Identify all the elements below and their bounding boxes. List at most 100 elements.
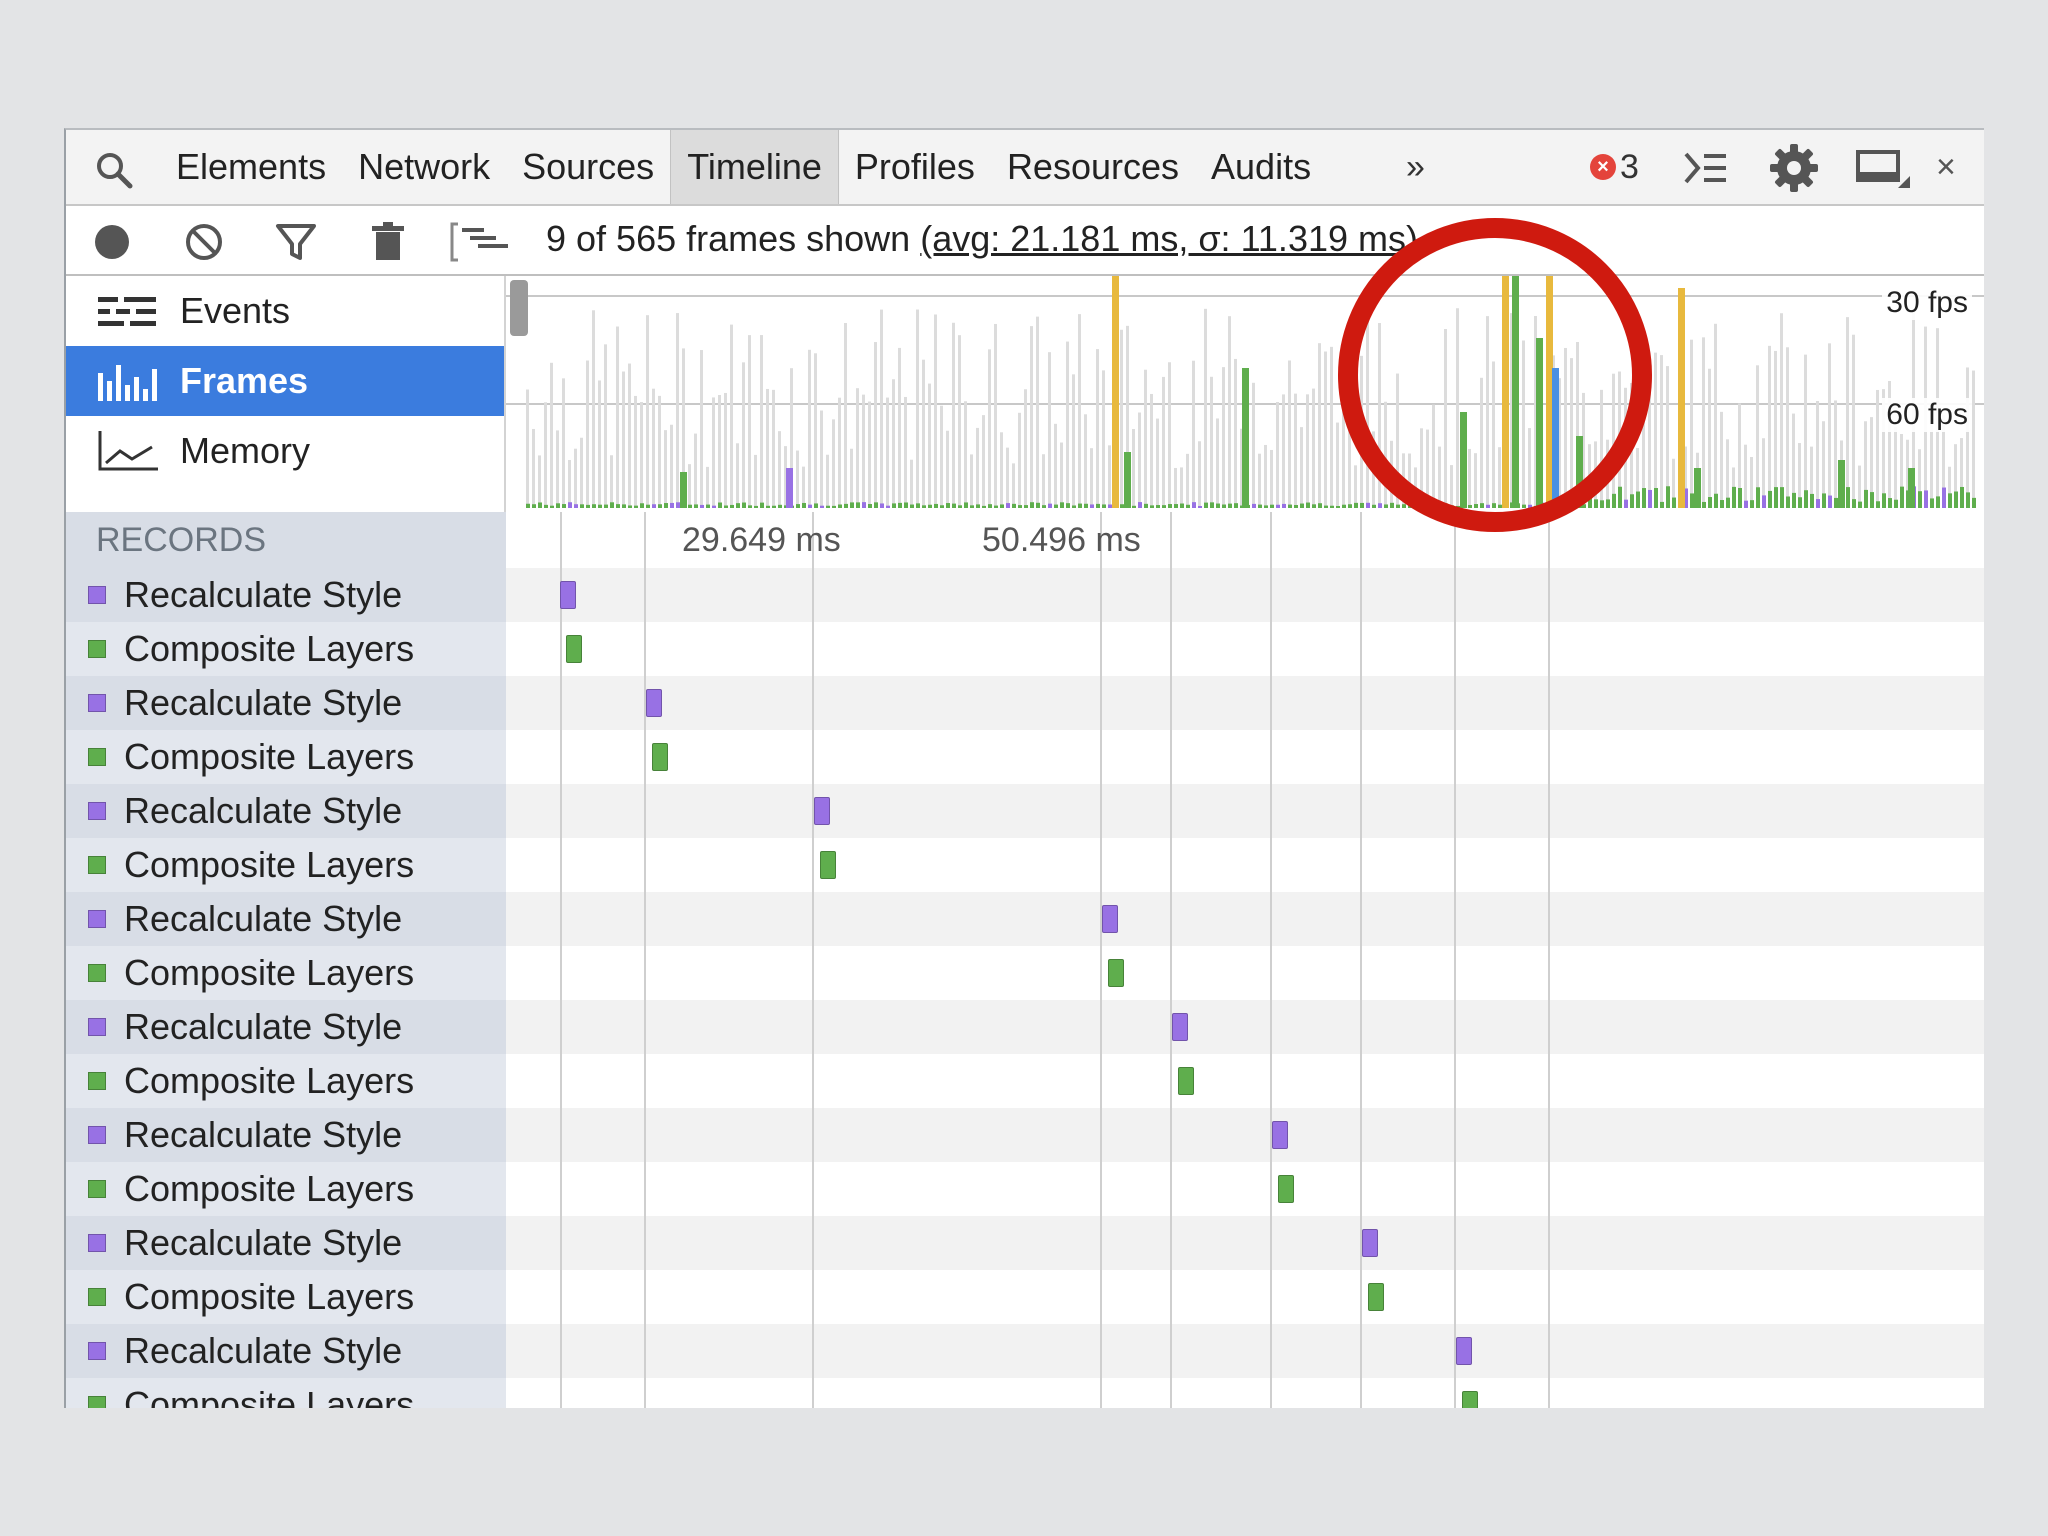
- frame-work-bar: [1120, 504, 1124, 508]
- record-event-bar[interactable]: [1172, 1013, 1188, 1041]
- record-label: Composite Layers: [124, 736, 415, 777]
- frame-work-bar: [1846, 487, 1850, 508]
- record-row[interactable]: Recalculate Style: [66, 1108, 506, 1162]
- record-row[interactable]: Composite Layers: [66, 1270, 506, 1324]
- frame-work-bar: [1270, 504, 1274, 508]
- record-row[interactable]: Composite Layers: [66, 1378, 506, 1408]
- record-icon[interactable]: [90, 220, 134, 264]
- console-drawer-icon[interactable]: [1682, 146, 1730, 190]
- frame-peak-bar: [1908, 468, 1915, 508]
- record-row[interactable]: Recalculate Style: [66, 676, 506, 730]
- record-event-bar[interactable]: [1178, 1067, 1194, 1095]
- frame-idle-bar: [1186, 453, 1189, 508]
- record-event-bar[interactable]: [814, 797, 830, 825]
- frames-overview[interactable]: 30 fps 60 fps: [506, 276, 1984, 512]
- tab-resources[interactable]: Resources: [991, 130, 1195, 204]
- frame-idle-bar: [1336, 422, 1339, 508]
- record-row[interactable]: Recalculate Style: [66, 1000, 506, 1054]
- filter-icon[interactable]: [274, 220, 318, 264]
- mode-frames[interactable]: Frames: [66, 346, 504, 416]
- grid-row: [506, 568, 1984, 622]
- frame-idle-bar: [1210, 376, 1213, 508]
- frame-idle-bar: [1816, 401, 1819, 508]
- frame-idle-bar: [778, 431, 781, 508]
- frame-work-bar: [1858, 501, 1862, 508]
- tab-elements[interactable]: Elements: [160, 130, 342, 204]
- frame-peak-bar: [1124, 452, 1131, 508]
- frame-work-bar: [1264, 505, 1268, 508]
- frame-work-bar: [1234, 503, 1238, 508]
- frame-work-bar: [640, 503, 644, 508]
- record-event-bar[interactable]: [820, 851, 836, 879]
- mode-memory[interactable]: Memory: [66, 416, 504, 486]
- frame-idle-bar: [568, 459, 571, 508]
- close-devtools-button[interactable]: ×: [1936, 140, 1956, 194]
- clear-icon[interactable]: [182, 220, 226, 264]
- record-row[interactable]: Recalculate Style: [66, 1216, 506, 1270]
- record-label: Recalculate Style: [124, 1222, 403, 1263]
- record-row[interactable]: Composite Layers: [66, 838, 506, 892]
- gear-icon[interactable]: [1768, 142, 1820, 194]
- record-event-bar[interactable]: [1278, 1175, 1294, 1203]
- mode-frames-label: Frames: [180, 360, 309, 401]
- record-row[interactable]: Composite Layers: [66, 1054, 506, 1108]
- overview-window-handle[interactable]: [510, 280, 528, 336]
- grid-row: [506, 1270, 1984, 1324]
- record-row[interactable]: Composite Layers: [66, 1162, 506, 1216]
- record-event-bar[interactable]: [1456, 1337, 1472, 1365]
- record-row[interactable]: Recalculate Style: [66, 784, 506, 838]
- frame-work-bar: [670, 502, 674, 508]
- record-row[interactable]: Recalculate Style: [66, 892, 506, 946]
- frame-work-bar: [1384, 504, 1388, 508]
- frame-work-bar: [1054, 504, 1058, 508]
- error-count-badge[interactable]: × 3: [1590, 150, 1639, 184]
- frame-work-bar: [1930, 498, 1934, 508]
- record-event-bar[interactable]: [646, 689, 662, 717]
- record-event-bar[interactable]: [652, 743, 668, 771]
- record-row[interactable]: Composite Layers: [66, 730, 506, 784]
- frame-idle-bar: [1054, 423, 1057, 508]
- tab-sources[interactable]: Sources: [506, 130, 670, 204]
- frame-idle-bar: [586, 360, 589, 508]
- frame-work-bar: [1714, 493, 1718, 508]
- frame-idle-bar: [706, 466, 709, 508]
- record-label: Composite Layers: [124, 1384, 415, 1408]
- more-tabs-button[interactable]: »: [1406, 130, 1425, 204]
- record-row[interactable]: Recalculate Style: [66, 568, 506, 622]
- record-event-bar[interactable]: [1368, 1283, 1384, 1311]
- tab-timeline[interactable]: Timeline: [670, 130, 839, 204]
- garbage-collect-icon[interactable]: [366, 220, 410, 264]
- frame-idle-bar: [796, 450, 799, 508]
- frame-idle-bar: [820, 410, 823, 508]
- record-event-bar[interactable]: [566, 635, 582, 663]
- frames-stats-link[interactable]: (avg: 21.181 ms, σ: 11.319 ms): [920, 218, 1418, 259]
- frame-work-bar: [1600, 500, 1604, 508]
- flame-chart-icon[interactable]: [450, 220, 514, 264]
- record-row[interactable]: Recalculate Style: [66, 1324, 506, 1378]
- record-event-bar[interactable]: [1362, 1229, 1378, 1257]
- rendering-swatch-icon: [88, 1126, 106, 1144]
- tab-audits[interactable]: Audits: [1195, 130, 1327, 204]
- record-event-bar[interactable]: [1462, 1391, 1478, 1408]
- frame-idle-bar: [724, 392, 727, 508]
- record-event-bar[interactable]: [560, 581, 576, 609]
- record-row[interactable]: Composite Layers: [66, 946, 506, 1000]
- tab-profiles[interactable]: Profiles: [839, 130, 991, 204]
- frame-work-bar: [856, 502, 860, 508]
- record-event-bar[interactable]: [1108, 959, 1124, 987]
- frame-idle-bar: [802, 466, 805, 508]
- search-icon[interactable]: [94, 150, 134, 190]
- dock-side-icon[interactable]: [1854, 146, 1914, 190]
- record-label: Recalculate Style: [124, 790, 403, 831]
- grid-row: [506, 892, 1984, 946]
- record-row[interactable]: Composite Layers: [66, 622, 506, 676]
- mode-events[interactable]: Events: [66, 276, 504, 346]
- record-event-bar[interactable]: [1272, 1121, 1288, 1149]
- frame-work-bar: [1012, 503, 1016, 508]
- frame-idle-bar: [844, 323, 847, 508]
- painting-swatch-icon: [88, 1288, 106, 1306]
- tab-network[interactable]: Network: [342, 130, 506, 204]
- frame-work-bar: [628, 505, 632, 508]
- record-event-bar[interactable]: [1102, 905, 1118, 933]
- frame-idle-bar: [742, 362, 745, 508]
